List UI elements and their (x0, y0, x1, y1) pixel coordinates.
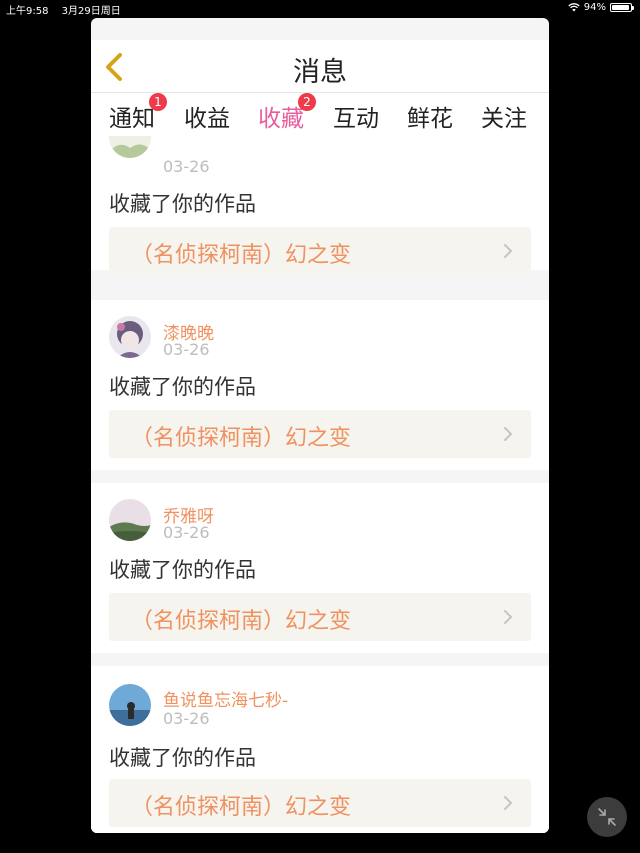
item-date: 03-26 (163, 157, 210, 176)
status-date: 3月29日周日 (61, 6, 121, 17)
avatar[interactable] (109, 684, 151, 726)
work-title: （名侦探柯南）幻之变 (131, 795, 352, 820)
collapse-button[interactable] (587, 797, 627, 837)
status-time: 上午9:58 (6, 6, 49, 17)
status-bar: 上午9:58 3月29日周日 94% (0, 0, 640, 18)
tab-label: 收藏 (258, 106, 304, 132)
work-link[interactable]: （名侦探柯南）幻之变 (109, 410, 531, 458)
tab-notifications[interactable]: 通知 1 (109, 93, 167, 133)
battery-percent: 94% (583, 2, 606, 13)
favorites-feed[interactable]: 03-26 收藏了你的作品 （名侦探柯南）幻之变 漆晚晚 03-26 收藏了你的… (91, 136, 549, 833)
work-title: （名侦探柯南）幻之变 (131, 426, 352, 451)
battery-level (612, 5, 629, 10)
list-item: 鱼说鱼忘海七秒- 03-26 收藏了你的作品 （名侦探柯南）幻之变 (91, 666, 549, 833)
avatar[interactable] (109, 136, 151, 158)
chevron-right-icon (504, 244, 513, 258)
item-date: 03-26 (163, 709, 210, 728)
messages-panel: 消息 通知 1 收益 收藏 2 互动 鲜花 关注 03-26 收藏了你的作品 （… (91, 18, 549, 833)
wifi-icon (568, 3, 580, 12)
tab-label: 鲜花 (407, 106, 453, 132)
tab-following[interactable]: 关注 (481, 99, 527, 133)
battery-icon (610, 3, 634, 12)
work-link[interactable]: （名侦探柯南）幻之变 (109, 593, 531, 641)
header: 消息 (91, 40, 549, 92)
work-title: （名侦探柯南）幻之变 (131, 243, 352, 268)
item-date: 03-26 (163, 340, 210, 359)
tab-earnings[interactable]: 收益 (184, 99, 230, 133)
avatar[interactable] (109, 316, 151, 358)
chevron-right-icon (504, 796, 513, 810)
tab-interactions[interactable]: 互动 (333, 99, 379, 133)
list-item: 漆晚晚 03-26 收藏了你的作品 （名侦探柯南）幻之变 (91, 300, 549, 470)
tab-label: 互动 (333, 106, 379, 132)
page-title: 消息 (293, 57, 347, 88)
tab-bar: 通知 1 收益 收藏 2 互动 鲜花 关注 (91, 92, 549, 142)
tab-label: 关注 (481, 106, 527, 132)
unread-badge: 2 (298, 93, 316, 111)
tab-favorites[interactable]: 收藏 2 (258, 93, 316, 142)
tab-flowers[interactable]: 鲜花 (407, 99, 453, 133)
unread-badge: 1 (149, 93, 167, 111)
chevron-right-icon (504, 427, 513, 441)
collapse-icon (598, 808, 616, 826)
username[interactable]: 鱼说鱼忘海七秒- (163, 686, 288, 711)
item-description: 收藏了你的作品 (109, 746, 256, 770)
avatar[interactable] (109, 499, 151, 541)
list-item: 03-26 收藏了你的作品 （名侦探柯南）幻之变 (91, 136, 549, 275)
work-link[interactable]: （名侦探柯南）幻之变 (109, 227, 531, 275)
item-description: 收藏了你的作品 (109, 558, 256, 582)
chevron-right-icon (504, 610, 513, 624)
item-description: 收藏了你的作品 (109, 192, 256, 216)
work-link[interactable]: （名侦探柯南）幻之变 (109, 779, 531, 827)
list-item: 乔雅呀 03-26 收藏了你的作品 （名侦探柯南）幻之变 (91, 483, 549, 653)
tab-label: 收益 (184, 106, 230, 132)
work-title: （名侦探柯南）幻之变 (131, 609, 352, 634)
tab-label: 通知 (109, 106, 155, 132)
item-date: 03-26 (163, 523, 210, 542)
item-description: 收藏了你的作品 (109, 375, 256, 399)
